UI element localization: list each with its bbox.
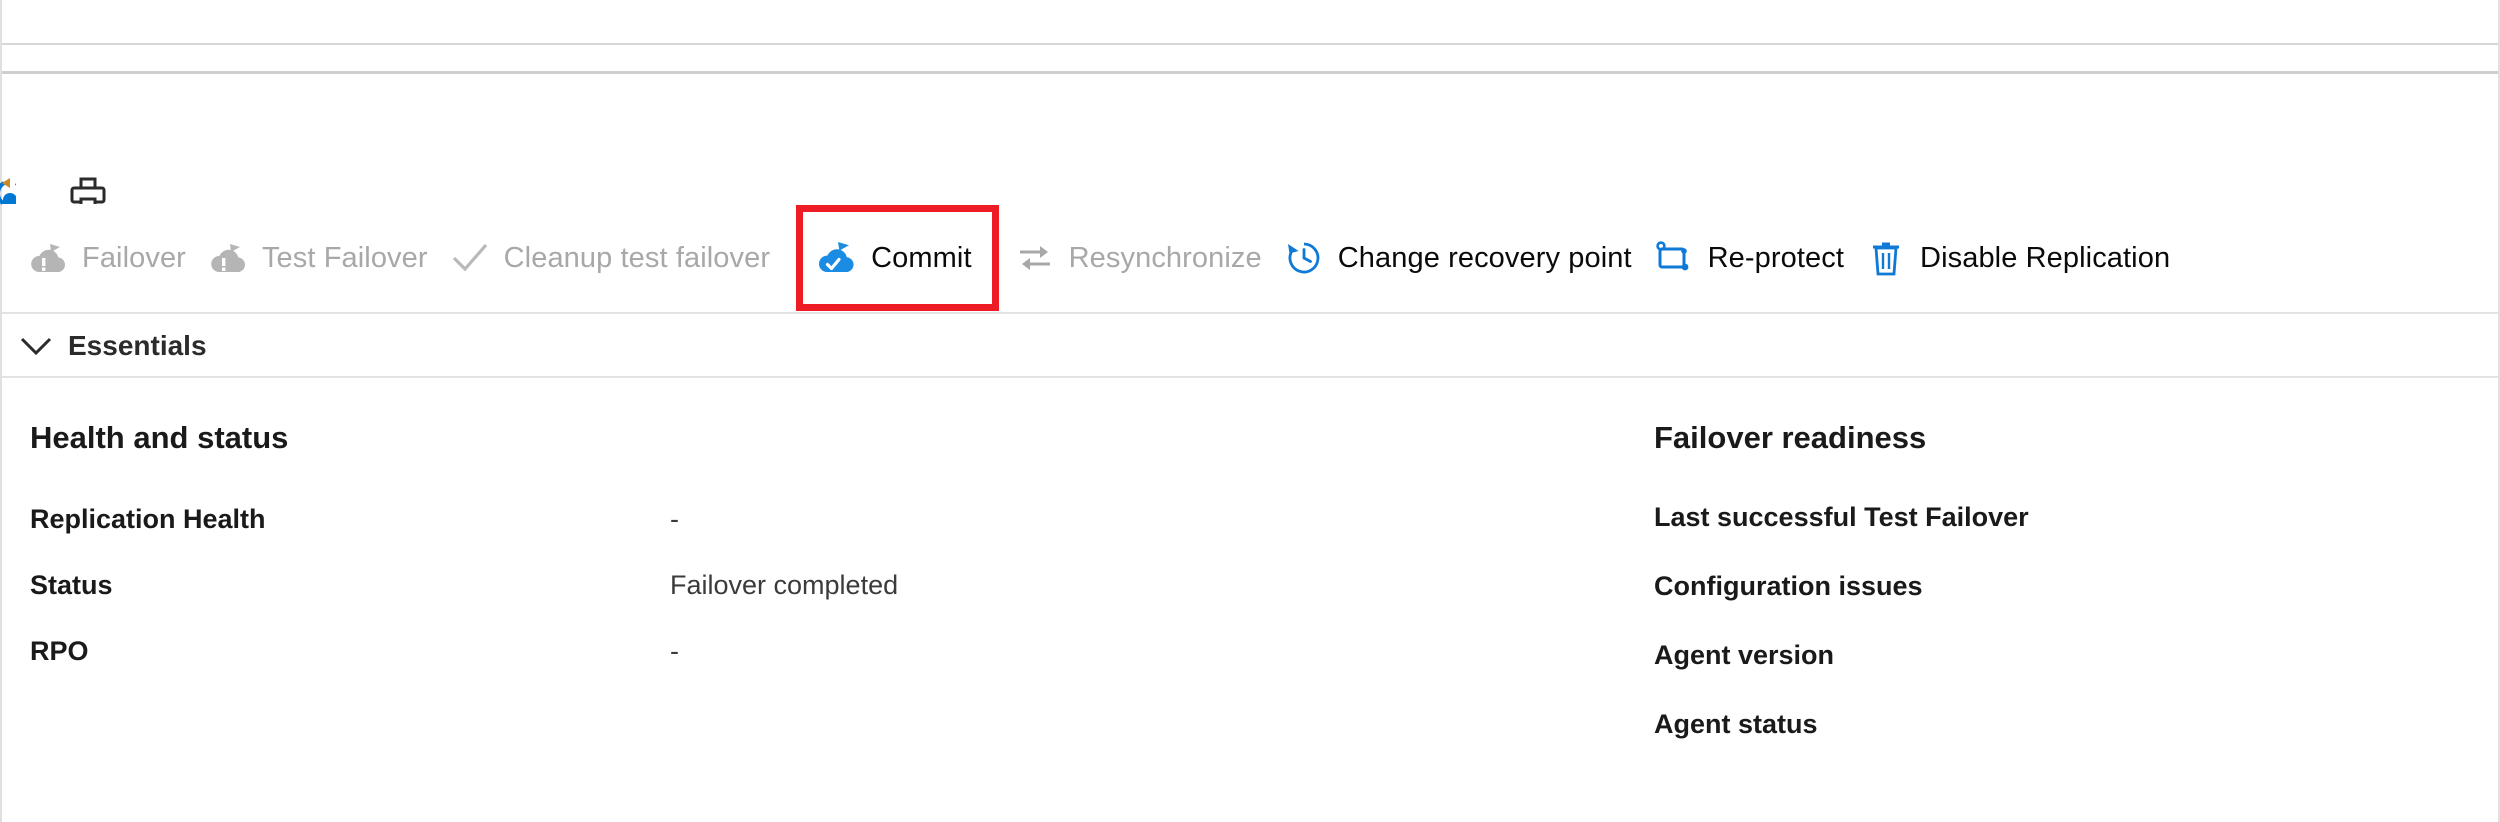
failover-cloud-icon [28,238,68,278]
property-row: Status Failover completed [30,570,1632,608]
toolbar-label: Change recovery point [1337,241,1632,274]
commit-cloud-check-icon [817,238,857,278]
failover-readiness-list: Last successful Test Failover Configurat… [1654,502,2492,747]
toolbar-item-test-failover[interactable]: Test Failover [204,222,446,294]
re-protect-icon [1654,238,1694,278]
toolbar-label: Re-protect [1707,241,1845,274]
trash-can-icon [1866,238,1906,278]
toolbar-item-resynchronize[interactable]: Resynchronize [1011,222,1280,294]
toolbar-label: Commit [871,241,972,274]
property-row: Agent version [1654,640,2492,678]
property-label: Agent version [1654,640,1835,670]
property-row: Agent status [1654,709,2492,747]
toolbar-label: Failover [82,241,186,274]
toolbar-item-cleanup-test-failover[interactable]: Cleanup test failover [446,222,788,294]
property-value: - [670,504,679,534]
health-and-status-list: Replication Health - Status Failover com… [30,504,1632,674]
essentials-section-header[interactable]: Essentials [2,316,2498,378]
essentials-label: Essentials [68,330,207,361]
toolbar-label: Resynchronize [1068,241,1262,274]
toolbar-label: Cleanup test failover [503,241,771,274]
failover-readiness-column: Failover readiness Last successful Test … [1632,380,2492,820]
property-value: - [670,636,679,666]
property-row: Last successful Test Failover [1654,502,2492,540]
toolbar-label: Test Failover [261,241,428,274]
replication-item-page: Failover Test Failover Cleanup test fail… [0,0,2500,822]
history-clock-icon [1284,238,1324,278]
toolbar-item-failover[interactable]: Failover [24,222,204,294]
toolbar-item-disable-replication[interactable]: Disable Replication [1862,222,2188,294]
page-command-strip [0,74,2498,210]
property-row: RPO - [30,636,1632,674]
window-chrome-bar-top [2,0,2498,45]
failover-readiness-title: Failover readiness [1654,420,1927,455]
toolbar-item-re-protect[interactable]: Re-protect [1650,222,1862,294]
window-chrome-bar-secondary [2,45,2498,74]
test-failover-cloud-icon [208,238,248,278]
property-row: Configuration issues [1654,571,2492,609]
checkmark-icon [450,238,490,278]
essentials-content: Health and status Replication Health - S… [2,380,2498,820]
chevron-down-icon [14,324,58,368]
property-value: Failover completed [670,570,899,600]
property-label: Configuration issues [1654,571,1923,601]
toolbar-label: Disable Replication [1920,241,2171,274]
property-row: Replication Health - [30,504,1632,542]
health-and-status-column: Health and status Replication Health - S… [2,380,1632,820]
resynchronize-arrows-icon [1015,238,1055,278]
health-and-status-title: Health and status [30,420,289,455]
property-label: Replication Health [30,504,266,534]
property-label: Last successful Test Failover [1654,502,2029,532]
toolbar-item-commit[interactable]: Commit [796,205,999,311]
property-label: RPO [30,636,89,666]
toolbar-item-change-recovery-point[interactable]: Change recovery point [1280,222,1650,294]
property-label: Agent status [1654,709,1818,739]
property-label: Status [30,570,113,600]
action-toolbar: Failover Test Failover Cleanup test fail… [2,204,2498,314]
